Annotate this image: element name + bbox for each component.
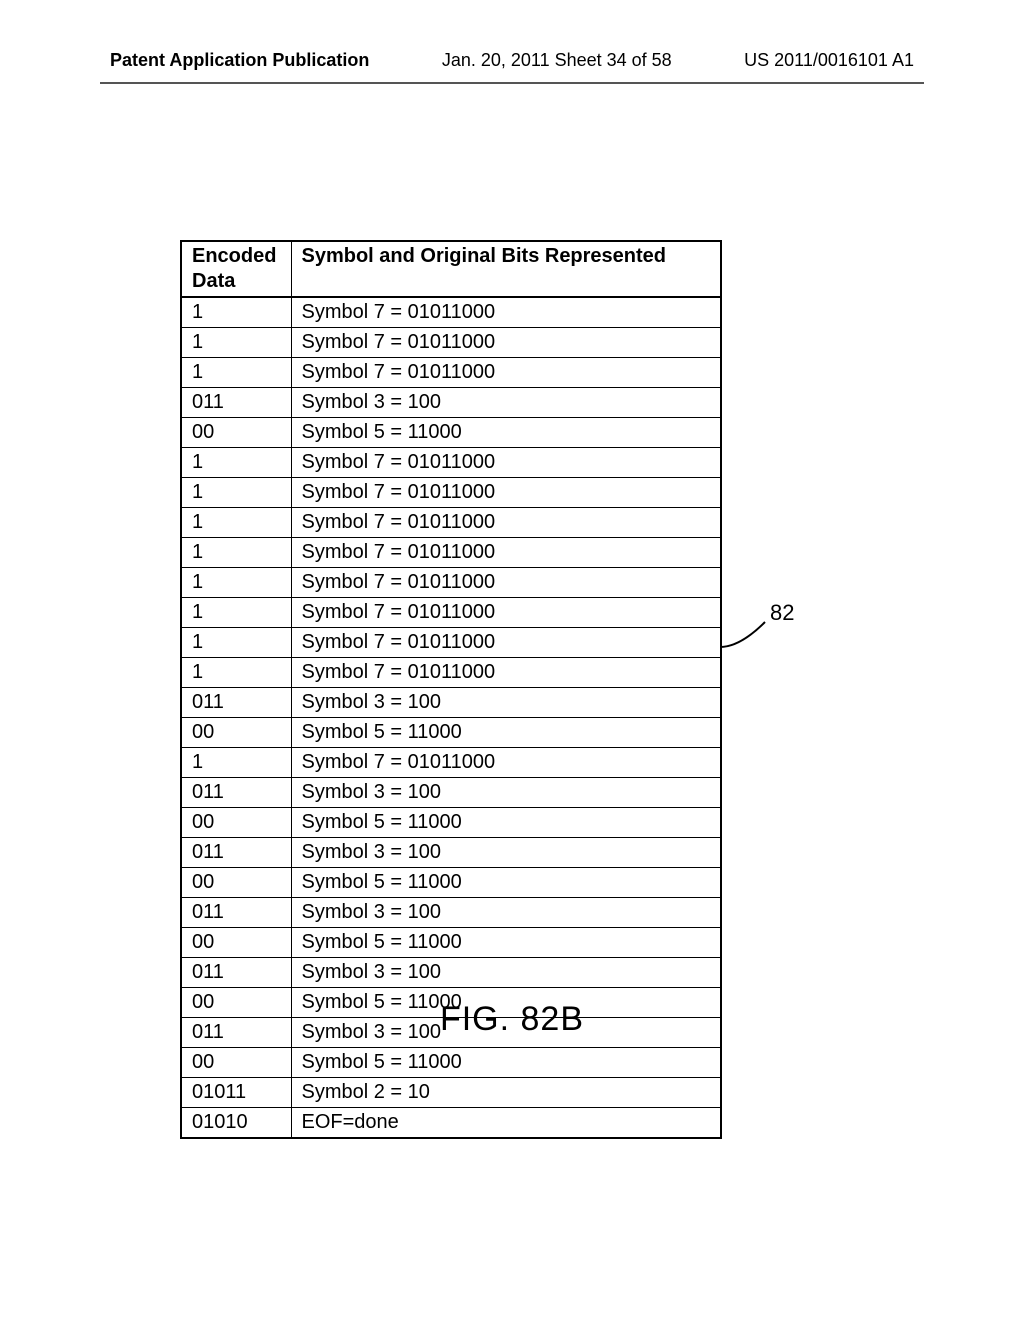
- cell-symbol: Symbol 7 = 01011000: [291, 448, 721, 478]
- cell-encoded: 00: [181, 808, 291, 838]
- cell-symbol: Symbol 7 = 01011000: [291, 658, 721, 688]
- cell-encoded: 011: [181, 838, 291, 868]
- cell-symbol: Symbol 3 = 100: [291, 958, 721, 988]
- cell-symbol: Symbol 3 = 100: [291, 388, 721, 418]
- table-header-row: Encoded Data Symbol and Original Bits Re…: [181, 241, 721, 297]
- table-row: 1Symbol 7 = 01011000: [181, 448, 721, 478]
- cell-encoded: 00: [181, 718, 291, 748]
- cell-encoded: 011: [181, 688, 291, 718]
- page-header: Patent Application Publication Jan. 20, …: [0, 50, 1024, 71]
- table-row: 011Symbol 3 = 100: [181, 958, 721, 988]
- cell-symbol: Symbol 5 = 11000: [291, 868, 721, 898]
- cell-symbol: Symbol 7 = 01011000: [291, 478, 721, 508]
- table-row: 011Symbol 3 = 100: [181, 898, 721, 928]
- table-row: 00Symbol 5 = 11000: [181, 718, 721, 748]
- cell-symbol: Symbol 7 = 01011000: [291, 358, 721, 388]
- cell-encoded: 1: [181, 478, 291, 508]
- cell-encoded: 1: [181, 658, 291, 688]
- table-row: 00Symbol 5 = 11000: [181, 418, 721, 448]
- header-publication: Patent Application Publication: [110, 50, 369, 71]
- table-row: 01010EOF=done: [181, 1108, 721, 1139]
- cell-encoded: 00: [181, 1048, 291, 1078]
- cell-encoded: 1: [181, 297, 291, 328]
- cell-encoded: 00: [181, 418, 291, 448]
- table-row: 00Symbol 5 = 11000: [181, 808, 721, 838]
- table-row: 1Symbol 7 = 01011000: [181, 658, 721, 688]
- cell-encoded: 1: [181, 628, 291, 658]
- cell-symbol: Symbol 7 = 01011000: [291, 328, 721, 358]
- cell-encoded: 1: [181, 358, 291, 388]
- table-row: 011Symbol 3 = 100: [181, 688, 721, 718]
- table-row: 1Symbol 7 = 01011000: [181, 508, 721, 538]
- cell-encoded: 011: [181, 778, 291, 808]
- table-row: 1Symbol 7 = 01011000: [181, 568, 721, 598]
- cell-symbol: Symbol 5 = 11000: [291, 418, 721, 448]
- table-row: 1Symbol 7 = 01011000: [181, 358, 721, 388]
- cell-encoded: 011: [181, 388, 291, 418]
- figure-label: FIG. 82B: [0, 1000, 1024, 1039]
- cell-symbol: Symbol 2 = 10: [291, 1078, 721, 1108]
- header-divider: [100, 82, 924, 84]
- cell-encoded: 1: [181, 328, 291, 358]
- cell-symbol: Symbol 3 = 100: [291, 898, 721, 928]
- col-header-encoded: Encoded Data: [181, 241, 291, 297]
- cell-encoded: 01010: [181, 1108, 291, 1139]
- cell-symbol: EOF=done: [291, 1108, 721, 1139]
- cell-symbol: Symbol 7 = 01011000: [291, 598, 721, 628]
- table-row: 00Symbol 5 = 11000: [181, 1048, 721, 1078]
- header-date-sheet: Jan. 20, 2011 Sheet 34 of 58: [442, 50, 672, 71]
- table-row: 1Symbol 7 = 01011000: [181, 297, 721, 328]
- callout-label: 82: [770, 600, 794, 626]
- cell-symbol: Symbol 3 = 100: [291, 688, 721, 718]
- table-row: 1Symbol 7 = 01011000: [181, 538, 721, 568]
- cell-encoded: 01011: [181, 1078, 291, 1108]
- table-row: 1Symbol 7 = 01011000: [181, 628, 721, 658]
- header-pub-number: US 2011/0016101 A1: [744, 50, 914, 71]
- table-row: 1Symbol 7 = 01011000: [181, 748, 721, 778]
- cell-encoded: 00: [181, 928, 291, 958]
- cell-encoded: 1: [181, 448, 291, 478]
- cell-symbol: Symbol 3 = 100: [291, 778, 721, 808]
- cell-symbol: Symbol 7 = 01011000: [291, 538, 721, 568]
- cell-symbol: Symbol 5 = 11000: [291, 718, 721, 748]
- col-header-symbol: Symbol and Original Bits Represented: [291, 241, 721, 297]
- table-row: 1Symbol 7 = 01011000: [181, 478, 721, 508]
- table-row: 00Symbol 5 = 11000: [181, 868, 721, 898]
- cell-encoded: 1: [181, 538, 291, 568]
- cell-encoded: 1: [181, 568, 291, 598]
- cell-symbol: Symbol 7 = 01011000: [291, 508, 721, 538]
- cell-symbol: Symbol 7 = 01011000: [291, 748, 721, 778]
- table-row: 011Symbol 3 = 100: [181, 388, 721, 418]
- table-row: 011Symbol 3 = 100: [181, 838, 721, 868]
- cell-encoded: 1: [181, 748, 291, 778]
- cell-encoded: 00: [181, 868, 291, 898]
- cell-symbol: Symbol 3 = 100: [291, 838, 721, 868]
- cell-symbol: Symbol 5 = 11000: [291, 1048, 721, 1078]
- table-row: 1Symbol 7 = 01011000: [181, 328, 721, 358]
- table-row: 01011Symbol 2 = 10: [181, 1078, 721, 1108]
- table-row: 00Symbol 5 = 11000: [181, 928, 721, 958]
- cell-encoded: 1: [181, 508, 291, 538]
- cell-symbol: Symbol 7 = 01011000: [291, 297, 721, 328]
- cell-symbol: Symbol 5 = 11000: [291, 928, 721, 958]
- cell-symbol: Symbol 7 = 01011000: [291, 628, 721, 658]
- cell-symbol: Symbol 7 = 01011000: [291, 568, 721, 598]
- cell-encoded: 011: [181, 898, 291, 928]
- table-row: 011Symbol 3 = 100: [181, 778, 721, 808]
- cell-symbol: Symbol 5 = 11000: [291, 808, 721, 838]
- cell-encoded: 1: [181, 598, 291, 628]
- cell-encoded: 011: [181, 958, 291, 988]
- table-row: 1Symbol 7 = 01011000: [181, 598, 721, 628]
